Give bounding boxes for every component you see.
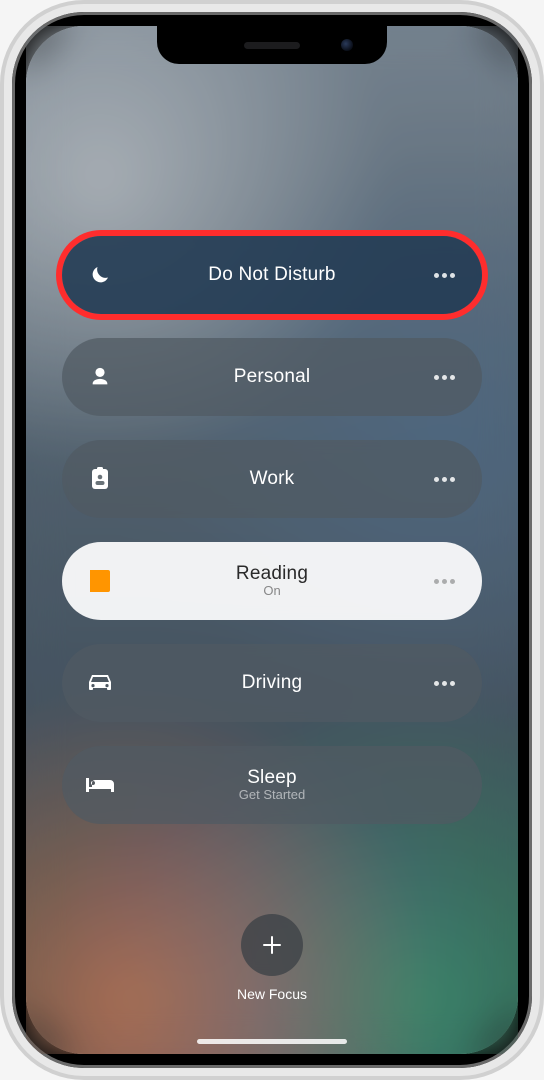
focus-row-do-not-disturb[interactable]: Do Not Disturb — [62, 236, 482, 314]
focus-label-wrap: Driving — [116, 672, 428, 694]
more-options-button[interactable] — [428, 375, 460, 380]
front-camera — [341, 39, 353, 51]
badge-icon — [84, 467, 116, 491]
focus-label-wrap: Work — [116, 468, 428, 490]
focus-sublabel: Get Started — [116, 788, 428, 803]
focus-row-work[interactable]: Work — [62, 440, 482, 518]
ellipsis-icon — [434, 579, 455, 584]
focus-label-wrap: Do Not Disturb — [116, 264, 428, 286]
notch — [157, 26, 387, 64]
focus-modes-panel: Do Not Disturb Personal — [62, 236, 482, 824]
focus-label-wrap: Personal — [116, 366, 428, 388]
ellipsis-icon — [434, 681, 455, 686]
home-indicator[interactable] — [197, 1039, 347, 1044]
more-options-button[interactable] — [428, 681, 460, 686]
focus-label: Reading — [116, 563, 428, 585]
focus-label-wrap: Sleep Get Started — [116, 767, 428, 804]
focus-row-driving[interactable]: Driving — [62, 644, 482, 722]
ellipsis-icon — [434, 273, 455, 278]
focus-label-wrap: Reading On — [116, 563, 428, 600]
focus-label: Do Not Disturb — [116, 264, 428, 286]
focus-label: Sleep — [116, 767, 428, 789]
car-icon — [84, 673, 116, 693]
book-icon — [84, 570, 116, 592]
moon-icon — [84, 263, 116, 287]
focus-row-sleep[interactable]: Sleep Get Started — [62, 746, 482, 824]
focus-row-reading[interactable]: Reading On — [62, 542, 482, 620]
screen: Do Not Disturb Personal — [26, 26, 518, 1054]
new-focus-section: New Focus — [237, 914, 307, 1002]
bed-icon — [84, 776, 116, 794]
focus-label: Personal — [116, 366, 428, 388]
phone-frame: Do Not Disturb Personal — [12, 12, 532, 1068]
plus-icon — [261, 934, 283, 956]
more-options-button[interactable] — [428, 579, 460, 584]
new-focus-button[interactable] — [241, 914, 303, 976]
ellipsis-icon — [434, 375, 455, 380]
more-options-button[interactable] — [428, 273, 460, 278]
focus-row-personal[interactable]: Personal — [62, 338, 482, 416]
focus-label: Work — [116, 468, 428, 490]
new-focus-label: New Focus — [237, 986, 307, 1002]
focus-sublabel: On — [116, 584, 428, 599]
person-icon — [84, 366, 116, 388]
ellipsis-icon — [434, 477, 455, 482]
speaker-grille — [244, 42, 300, 49]
more-options-button[interactable] — [428, 477, 460, 482]
focus-label: Driving — [116, 672, 428, 694]
